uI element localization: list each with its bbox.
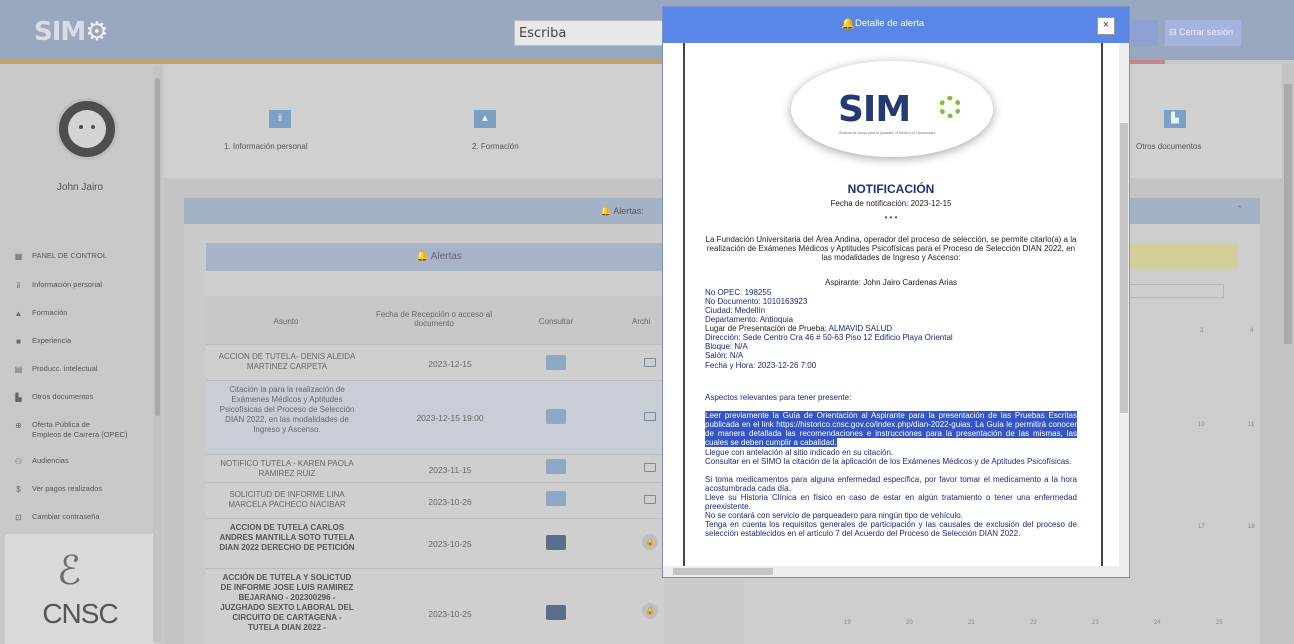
sidebar-item-informacion-personal[interactable]: ⅱ Información personal <box>14 280 154 290</box>
audience-icon: ⚇ <box>14 457 23 467</box>
notification-date: Fecha de notificación: 2023-12-15 <box>830 199 952 208</box>
sidebar-item-pagos[interactable]: $ Ver pagos realizados <box>14 484 154 494</box>
lock-icon: 🔒 <box>642 534 658 550</box>
cnsc-figure-icon: ℰ <box>57 549 82 593</box>
close-button[interactable]: × <box>1097 17 1115 35</box>
bell-icon: 🔔 <box>416 251 431 262</box>
table-row[interactable]: ACCION DE TUTELA CARLOS ANDRES MANTILLA … <box>206 518 664 568</box>
logout-button[interactable]: ⊟ Cerrar sesión <box>1165 20 1241 46</box>
lock-icon: ⊡ <box>15 513 22 523</box>
lock-icon: 🔒 <box>642 603 658 619</box>
sidebar-item-audiencias[interactable]: ⚇ Audiencias <box>14 456 154 466</box>
folder-icon[interactable] <box>644 358 656 367</box>
document-icon: ▙ <box>15 393 22 403</box>
sidebar-item-contrasena[interactable]: ⊡ Cambiar contraseña <box>14 512 154 522</box>
sidebar-item-opec[interactable]: ⊕ Oferta Pública de Empleos de Carrera (OP… <box>14 420 154 440</box>
avatar-face-icon <box>68 110 106 148</box>
people-icon[interactable]: ⅱ <box>269 110 291 128</box>
envelope-open-icon[interactable] <box>546 491 566 506</box>
sidebar-item-panel[interactable]: ▦ PANEL DE CONTROL <box>14 251 154 261</box>
envelope-closed-icon[interactable] <box>546 605 566 620</box>
alerts-table-header: Asunto Fecha de Recepción o acceso al do… <box>206 296 664 344</box>
alert-detail-modal: 🔔 Detalle de alerta × SIM Sistema de Apo… <box>662 6 1130 578</box>
graduation-icon: ▲ <box>14 309 23 319</box>
dollar-icon: $ <box>16 485 21 495</box>
menu-button[interactable] <box>1132 20 1158 46</box>
modal-title-bar: 🔔 Detalle de alerta × <box>663 7 1129 43</box>
bell-icon: 🔔 <box>841 18 855 30</box>
sidebar-item-experiencia[interactable]: ■ Experiencia <box>14 336 154 346</box>
modal-vertical-scrollbar[interactable] <box>1119 43 1129 569</box>
step-informacion-personal[interactable]: 1. Información personal <box>224 142 308 151</box>
cnsc-logo: ℰ CNSC <box>5 534 155 644</box>
document-icon[interactable]: ▙ <box>1164 110 1186 128</box>
aspirant-line: Aspirante: John Jairo Cardenas Arias <box>824 278 958 287</box>
simo-document-logo: SIM Sistema de Apoyo para la Igualdad, e… <box>791 61 993 157</box>
folder-icon[interactable] <box>644 463 656 472</box>
envelope-closed-icon[interactable] <box>546 535 566 550</box>
bell-icon: 🔔 <box>600 206 614 216</box>
chevron-up-icon[interactable]: ⌃ <box>1236 204 1244 215</box>
notification-intro: La Fundación Universitaria del Área Andi… <box>705 235 1077 262</box>
table-row[interactable]: ACCION DE TUTELA- DENIS ALEIDA MARTINEZ … <box>206 344 664 380</box>
table-row[interactable]: ACCIÓN DE TUTELA Y SOLICTUD DE INFORME J… <box>206 568 664 644</box>
user-name: John Jairo <box>56 182 104 193</box>
folder-icon[interactable] <box>644 495 656 504</box>
dashboard-icon: ▦ <box>14 252 23 262</box>
page-scrollbar[interactable] <box>1282 64 1294 644</box>
avatar <box>56 98 118 160</box>
sidebar-item-produccion[interactable]: ▤ Producc. intelectual <box>14 364 154 374</box>
envelope-open-icon[interactable] <box>546 355 566 370</box>
sidebar-scrollbar[interactable] <box>153 66 162 642</box>
globe-icon: ⊕ <box>15 421 22 431</box>
modal-body: SIM Sistema de Apoyo para la Igualdad, e… <box>683 43 1107 569</box>
sidebar: John Jairo ▦ PANEL DE CONTROL ⅱ Informació… <box>0 64 162 644</box>
simo-logo[interactable]: SIM⚙ <box>34 17 109 47</box>
step-formacion[interactable]: 2. Formación <box>472 142 519 151</box>
briefcase-icon: ■ <box>16 337 21 347</box>
folder-icon[interactable] <box>644 412 656 421</box>
logout-icon: ⊟ <box>1169 27 1180 37</box>
aspects-title: Aspectos relevantes para tener presente: <box>705 393 852 402</box>
envelope-open-icon[interactable] <box>546 409 566 424</box>
modal-horizontal-scrollbar[interactable] <box>663 566 1129 577</box>
notice-bar <box>1128 243 1238 269</box>
notification-heading: NOTIFICACIÓN <box>847 182 935 196</box>
alerts-header: 🔔 Alertas <box>206 243 664 271</box>
table-row[interactable]: SOLICITUD DE INFORME LINA MARCELA PACHEC… <box>206 482 664 518</box>
notification-document: SIM Sistema de Apoyo para la Igualdad, e… <box>683 43 1107 569</box>
search-input[interactable]: Escriba <box>514 20 666 46</box>
people-icon: ⅱ <box>16 281 21 291</box>
step-otros-documentos[interactable]: Otros documentos <box>1136 142 1201 151</box>
calendar-input[interactable] <box>1128 284 1224 298</box>
graduation-icon[interactable]: ▲ <box>474 110 496 128</box>
envelope-open-icon[interactable] <box>546 459 566 474</box>
highlighted-text: Leer previamente la Guía de Orientación … <box>705 411 1077 447</box>
sidebar-item-formacion[interactable]: ▲ Formación <box>14 308 154 318</box>
table-row[interactable]: Citación la para la realización de Exáme… <box>206 380 664 454</box>
book-icon: ▤ <box>14 365 23 375</box>
modal-title: Detalle de alerta <box>855 18 925 29</box>
sidebar-item-otros-documentos[interactable]: ▙ Otros documentos <box>14 392 154 402</box>
simo-dots-icon <box>939 96 961 118</box>
table-row[interactable]: NOTIFICO TUTELA - KAREN PAOLA RAMIREZ RU… <box>206 454 664 482</box>
